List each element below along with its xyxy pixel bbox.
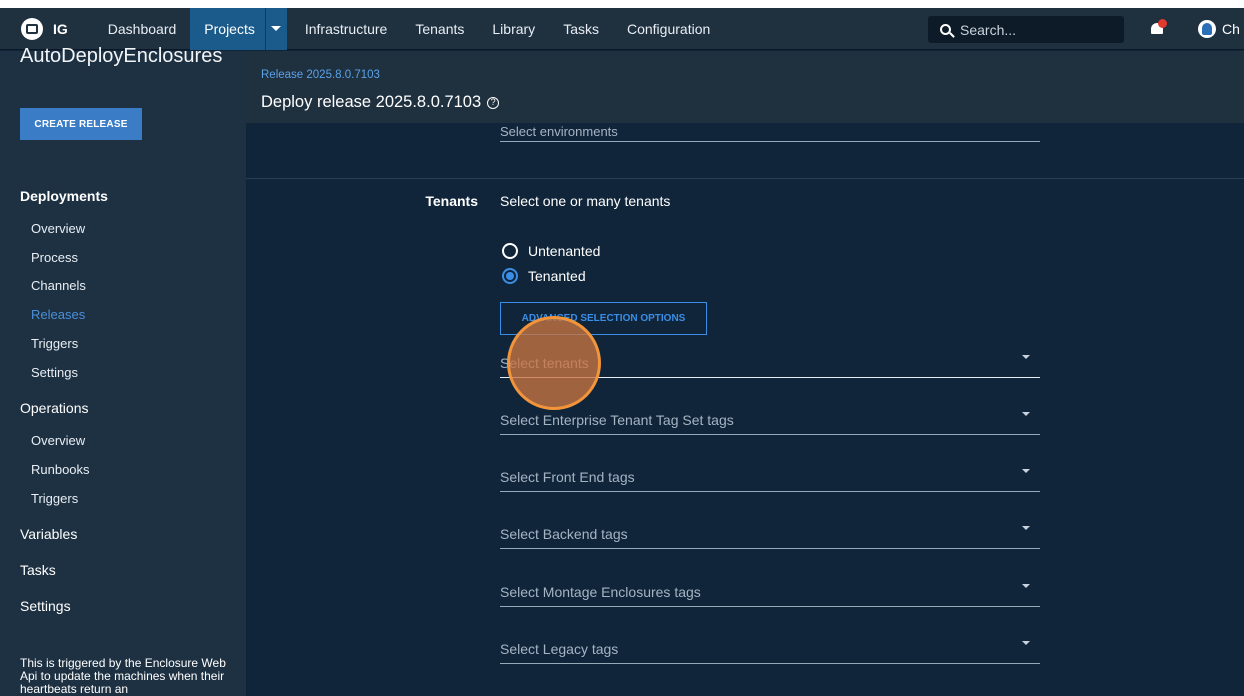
select-enterprise-tenant-tags[interactable]: Select Enterprise Tenant Tag Set tags	[500, 407, 1040, 435]
logo-text: IG	[53, 20, 68, 37]
select-front-end-tags[interactable]: Select Front End tags	[500, 464, 1040, 492]
page-title: Deploy release 2025.8.0.7103?	[261, 93, 500, 112]
page-header: Release 2025.8.0.7103 Deploy release 202…	[246, 51, 1244, 123]
logo-icon	[21, 17, 43, 40]
dropdown-arrow-icon	[1022, 584, 1030, 588]
project-name: AutoDeployEnclosures	[20, 45, 223, 67]
select-tenants-placeholder: Select tenants	[500, 355, 589, 371]
tenants-label: Tenants	[425, 193, 478, 209]
select-montage-placeholder: Select Montage Enclosures tags	[500, 584, 701, 600]
breadcrumb[interactable]: Release 2025.8.0.7103	[261, 69, 380, 81]
dropdown-arrow-icon	[1022, 526, 1030, 530]
sidebar-item-settings[interactable]: Settings	[31, 365, 78, 380]
advanced-selection-options-button[interactable]: ADVANCED SELECTION OPTIONS	[500, 302, 707, 335]
avatar[interactable]	[1198, 20, 1216, 38]
create-release-button[interactable]: CREATE RELEASE	[20, 108, 142, 140]
radio-tenanted[interactable]: Tenanted	[502, 268, 586, 284]
dropdown-arrow-icon	[1022, 355, 1030, 359]
search-box[interactable]	[928, 16, 1124, 43]
environments-placeholder: Select environments	[500, 124, 618, 139]
sidebar-item-releases[interactable]: Releases	[31, 307, 85, 322]
sidebar-section-operations[interactable]: Operations	[20, 400, 88, 416]
select-backend-tags[interactable]: Select Backend tags	[500, 521, 1040, 549]
radio-untenanted[interactable]: Untenanted	[502, 243, 600, 259]
deploy-form: Select environments Tenants Select one o…	[246, 123, 1244, 696]
nav-tasks[interactable]: Tasks	[549, 8, 613, 50]
nav-configuration[interactable]: Configuration	[613, 8, 724, 50]
project-sidebar: AutoDeployEnclosures CREATE RELEASE Depl…	[0, 45, 246, 696]
environments-select[interactable]: Select environments	[500, 123, 1040, 142]
select-tenants[interactable]: Select tenants	[500, 350, 1040, 378]
radio-checked-icon	[502, 268, 518, 284]
sidebar-item-overview[interactable]: Overview	[31, 221, 85, 236]
sidebar-item-runbooks[interactable]: Runbooks	[31, 462, 90, 477]
select-front-end-placeholder: Select Front End tags	[500, 469, 635, 485]
tenants-description: Select one or many tenants	[500, 193, 671, 209]
notification-badge	[1158, 19, 1167, 28]
notifications-button[interactable]	[1149, 19, 1167, 37]
select-legacy-tags[interactable]: Select Legacy tags	[500, 636, 1040, 664]
dropdown-arrow-icon	[1022, 641, 1030, 645]
select-enterprise-placeholder: Select Enterprise Tenant Tag Set tags	[500, 412, 734, 428]
search-icon	[940, 24, 951, 35]
help-icon[interactable]: ?	[487, 97, 500, 109]
radio-tenanted-label: Tenanted	[528, 268, 586, 284]
chevron-down-icon	[271, 26, 282, 31]
projects-dropdown-button[interactable]	[264, 8, 287, 50]
sidebar-item-channels[interactable]: Channels	[31, 278, 86, 293]
project-description: This is triggered by the Enclosure Web A…	[20, 656, 226, 696]
app-window: IG Dashboard Projects Infrastructure Ten…	[0, 8, 1244, 696]
search-input[interactable]	[960, 21, 1110, 38]
radio-unchecked-icon	[502, 243, 518, 259]
select-legacy-placeholder: Select Legacy tags	[500, 641, 619, 657]
sidebar-item-operations-triggers[interactable]: Triggers	[31, 491, 78, 506]
dropdown-arrow-icon	[1022, 469, 1030, 473]
radio-untenanted-label: Untenanted	[528, 243, 601, 259]
sidebar-item-variables[interactable]: Variables	[20, 526, 77, 542]
select-montage-enclosures-tags[interactable]: Select Montage Enclosures tags	[500, 579, 1040, 607]
dropdown-arrow-icon	[1022, 412, 1030, 416]
select-backend-placeholder: Select Backend tags	[500, 526, 628, 542]
sidebar-item-operations-overview[interactable]: Overview	[31, 433, 85, 448]
sidebar-item-triggers[interactable]: Triggers	[31, 336, 78, 351]
sidebar-item-process[interactable]: Process	[31, 250, 78, 265]
sidebar-item-project-settings[interactable]: Settings	[20, 598, 71, 614]
nav-infrastructure[interactable]: Infrastructure	[291, 8, 401, 50]
nav-tenants[interactable]: Tenants	[401, 8, 478, 50]
nav-library[interactable]: Library	[478, 8, 549, 50]
sidebar-section-deployments[interactable]: Deployments	[20, 188, 108, 204]
sidebar-item-tasks[interactable]: Tasks	[20, 562, 56, 578]
section-divider	[246, 178, 1244, 179]
user-name[interactable]: Ch	[1222, 21, 1240, 37]
page-title-text: Deploy release 2025.8.0.7103	[261, 93, 482, 111]
